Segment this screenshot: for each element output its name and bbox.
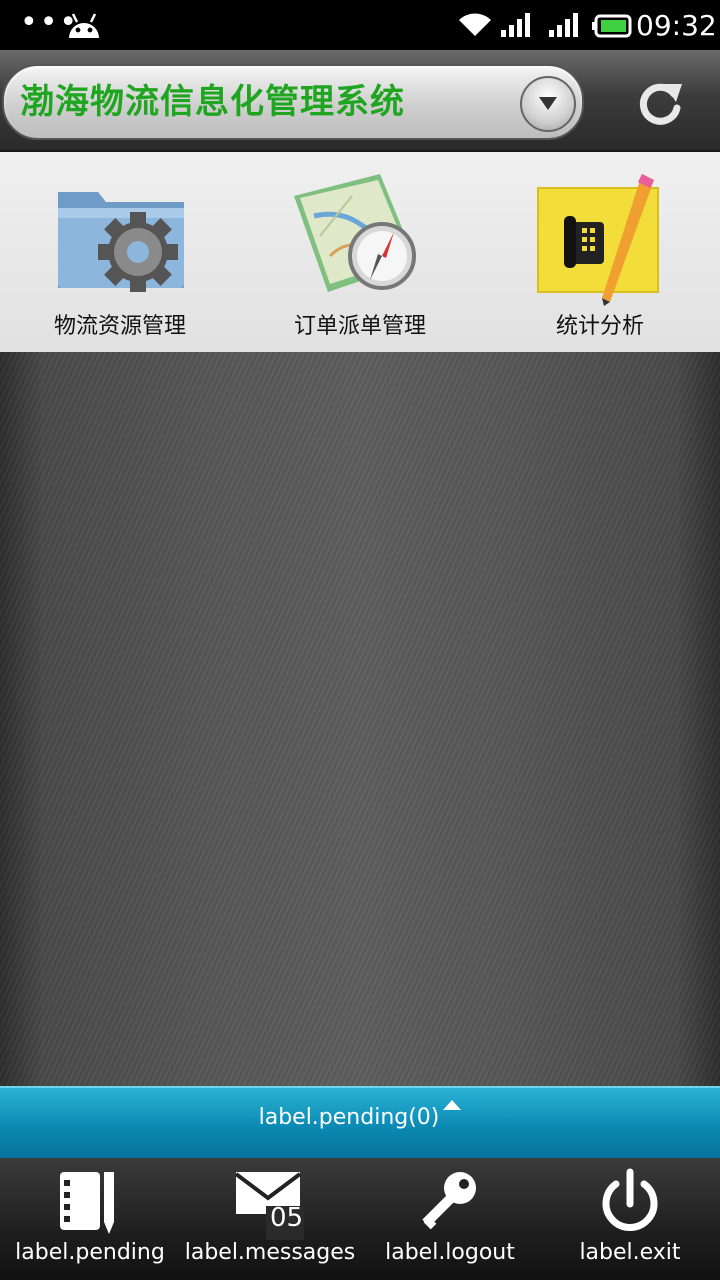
- nav-label: label.logout: [385, 1240, 515, 1265]
- message-count-badge: 05: [270, 1203, 304, 1233]
- module-statistics[interactable]: 统计分析: [480, 152, 720, 352]
- system-selector[interactable]: 渤海物流信息化管理系统: [2, 64, 584, 140]
- nav-pending[interactable]: label.pending: [0, 1158, 180, 1280]
- nav-messages[interactable]: 05 label.messages: [180, 1158, 360, 1280]
- app-title: 渤海物流信息化管理系统: [20, 82, 405, 122]
- nav-exit[interactable]: label.exit: [540, 1158, 720, 1280]
- module-label: 物流资源管理: [53, 314, 186, 339]
- power-icon: [602, 1168, 658, 1231]
- wifi-icon: [459, 13, 491, 36]
- module-label: 订单派单管理: [293, 314, 426, 339]
- pending-list-icon: [60, 1172, 114, 1234]
- content-area: [0, 352, 720, 1086]
- bottom-nav: label.pending 05 label.messages label.lo…: [0, 1158, 720, 1280]
- nav-label: label.pending: [15, 1240, 165, 1265]
- clock: 09:32: [636, 9, 717, 42]
- nav-label: label.messages: [184, 1240, 356, 1265]
- folder-gear-icon: [58, 192, 184, 292]
- nav-label: label.exit: [579, 1240, 681, 1265]
- module-strip: 物流资源管理 订单派单管理 统计分析: [0, 152, 720, 352]
- pending-count-label: label.pending(0): [258, 1105, 440, 1130]
- module-logistics-resources[interactable]: 物流资源管理: [0, 152, 240, 352]
- android-icon: [69, 13, 99, 38]
- pending-bar-content: label.pending(0): [0, 1100, 720, 1133]
- module-order-dispatch[interactable]: 订单派单管理: [240, 152, 480, 352]
- battery-icon: [592, 14, 632, 38]
- nav-logout[interactable]: label.logout: [360, 1158, 540, 1280]
- chevron-down-icon: [539, 97, 557, 110]
- status-bar: ••• 09:32: [0, 0, 720, 50]
- map-compass-icon: [294, 174, 416, 292]
- dropdown-button[interactable]: [520, 76, 576, 132]
- module-label: 统计分析: [555, 314, 644, 339]
- key-icon: [422, 1172, 476, 1230]
- phone-note-icon: [537, 174, 659, 306]
- signal-icon: [501, 13, 530, 37]
- signal-icon: [549, 13, 578, 37]
- title-bar: 渤海物流信息化管理系统: [0, 50, 720, 152]
- pending-bar[interactable]: label.pending(0): [0, 1086, 720, 1158]
- refresh-icon[interactable]: [630, 72, 690, 132]
- chevron-up-icon: [443, 1100, 462, 1110]
